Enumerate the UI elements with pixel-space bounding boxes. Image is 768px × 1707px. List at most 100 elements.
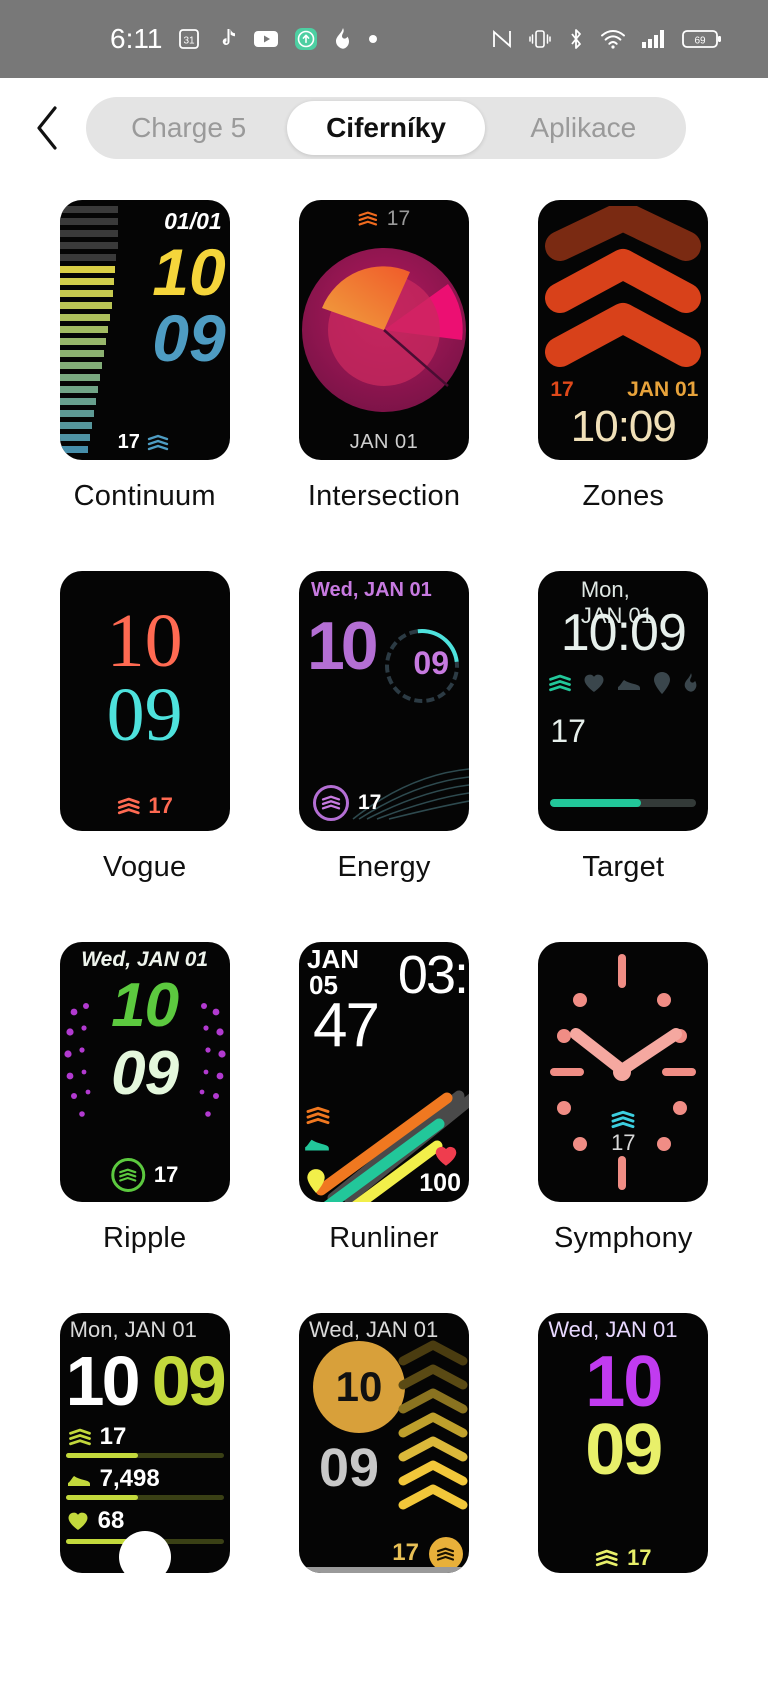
floors-icon (321, 795, 341, 810)
watch-face-cell: Wed, JAN 01 10 09 17 Energy (269, 571, 498, 942)
back-button[interactable] (22, 102, 74, 154)
symphony-dial (550, 954, 697, 1190)
energy-date: Wed, JAN 01 (310, 579, 432, 601)
heart-icon (68, 1512, 88, 1530)
row4a-stat-floors: 17 (68, 1423, 126, 1451)
flame-icon (333, 27, 353, 51)
row4a-progress-steps (65, 1495, 224, 1500)
runliner-hour: 03: (397, 945, 469, 1005)
watch-face-runliner[interactable]: JAN 05 03: 47 100 (298, 942, 469, 1202)
chevron-left-icon (37, 106, 57, 150)
row4a-heart-value: 68 (97, 1507, 125, 1534)
watch-face-continuum[interactable]: 01/01 10 09 17 (59, 200, 230, 460)
ripple-minute: 09 (111, 1039, 179, 1108)
energy-stat: 17 (312, 785, 381, 821)
calendar-31-icon: 31 (177, 27, 201, 51)
intersection-stat: 17 (358, 207, 410, 231)
watch-face-label: Symphony (554, 1222, 693, 1254)
intersection-date: JAN 01 (349, 431, 419, 453)
dot-icon (368, 34, 378, 44)
watch-face-vogue[interactable]: 10 09 17 (59, 571, 230, 831)
watch-face-cell: 17 JAN 01 10:09 Zones (509, 200, 738, 571)
row4a-progress-floors (65, 1453, 224, 1458)
row4b-scrollbar[interactable] (302, 1567, 465, 1573)
continuum-date: 01/01 (164, 208, 222, 234)
floors-icon (117, 797, 140, 814)
row4c-date: Wed, JAN 01 (548, 1317, 678, 1342)
intersection-pie (301, 248, 466, 412)
watch-face-target[interactable]: Mon, JAN 01 10:09 17 (538, 571, 709, 831)
watch-face-label: Vogue (103, 851, 187, 883)
target-time: 10:09 (560, 604, 687, 662)
watch-face-cell: 17 JAN 01 Intersection (269, 200, 498, 571)
bluetooth-icon (567, 27, 585, 51)
floors-icon (147, 434, 169, 450)
watch-face-row4-c[interactable]: Wed, JAN 01 10 09 17 (538, 1313, 709, 1573)
status-bar: 6:11 31 69 (0, 0, 768, 78)
row4c-stat: 17 (595, 1545, 652, 1571)
vogue-minute: 09 (106, 673, 183, 757)
watch-face-intersection[interactable]: 17 JAN 01 (298, 200, 469, 460)
status-bar-right: 69 (491, 27, 722, 51)
tab-aplikace[interactable]: Aplikace (485, 101, 682, 155)
watch-face-ripple[interactable]: Wed, JAN 01 10 09 17 (59, 942, 230, 1202)
location-icon (307, 1169, 325, 1193)
watch-face-label: Target (582, 851, 665, 883)
floors-icon (358, 211, 378, 226)
watch-face-row4-a[interactable]: Mon, JAN 01 10 09 17 7,498 68 (59, 1313, 230, 1573)
tiktok-icon (216, 27, 238, 51)
continuum-stat-value: 17 (117, 431, 140, 453)
zones-chevrons (545, 206, 702, 367)
watch-face-label: Zones (582, 480, 665, 512)
shoe-icon (618, 680, 641, 690)
runliner-month: JAN (306, 944, 359, 974)
ripple-hour: 10 (111, 971, 179, 1040)
shoe-icon (305, 1139, 329, 1151)
watch-face-symphony[interactable]: 17 (538, 942, 709, 1202)
upload-arrow-icon (294, 27, 318, 51)
zones-stat: 17 (550, 378, 574, 401)
flame-icon (685, 673, 697, 692)
watch-face-label: Ripple (102, 1222, 187, 1254)
row4b-minute: 09 (318, 1438, 380, 1498)
status-bar-left: 6:11 31 (110, 23, 378, 55)
continuum-hour: 10 (152, 235, 226, 309)
row4b-stat-badge (428, 1537, 463, 1571)
row4a-hour: 10 (65, 1342, 141, 1420)
watch-face-row4-b[interactable]: Wed, JAN 01 10 09 17 (298, 1313, 469, 1573)
ripple-date: Wed, JAN 01 (81, 948, 209, 971)
tab-ciferniky[interactable]: Ciferníky (287, 101, 485, 155)
runliner-heart-value: 100 (419, 1169, 461, 1197)
heart-icon (435, 1146, 457, 1166)
watch-face-cell: Wed, JAN 01 10 09 17 (509, 1313, 738, 1651)
watch-face-label: Intersection (307, 480, 461, 512)
intersection-stat-value: 17 (386, 207, 411, 230)
watch-face-zones[interactable]: 17 JAN 01 10:09 (538, 200, 709, 460)
watch-face-energy[interactable]: Wed, JAN 01 10 09 17 (298, 571, 469, 831)
cellular-signal-icon (641, 29, 667, 49)
row4a-date: Mon, JAN 01 (69, 1317, 197, 1342)
vogue-stat-value: 17 (148, 793, 173, 818)
watch-face-label: Continuum (73, 480, 216, 512)
watch-face-cell: 01/01 10 09 17 Continuum (30, 200, 259, 571)
target-progress-fill (550, 799, 641, 807)
watch-face-cell: 17 Symphony (509, 942, 738, 1313)
floors-icon (68, 1428, 91, 1445)
watch-face-cell: JAN 05 03: 47 100 Runliner (269, 942, 498, 1313)
row4a-stat-steps: 7,498 (66, 1465, 160, 1493)
battery-level: 69 (694, 36, 706, 47)
shoe-icon (67, 1476, 90, 1486)
ripple-stat: 17 (110, 1158, 178, 1192)
watch-face-grid: 01/01 10 09 17 Continuum 17 JAN 01 Inter… (0, 178, 768, 1651)
tab-charge-5[interactable]: Charge 5 (90, 101, 287, 155)
ripple-stat-badge (110, 1158, 145, 1192)
continuum-minute: 09 (152, 301, 226, 375)
watch-face-cell: 10 09 17 Vogue (30, 571, 259, 942)
watch-face-cell: Mon, JAN 01 10:09 17 Target (509, 571, 738, 942)
target-icon-row (548, 671, 700, 695)
segmented-tab-control: Charge 5 Ciferníky Aplikace (86, 97, 686, 159)
continuum-bars (59, 200, 132, 460)
floors-icon (306, 1106, 330, 1125)
home-indicator (118, 1531, 171, 1573)
floors-icon (596, 1549, 618, 1566)
